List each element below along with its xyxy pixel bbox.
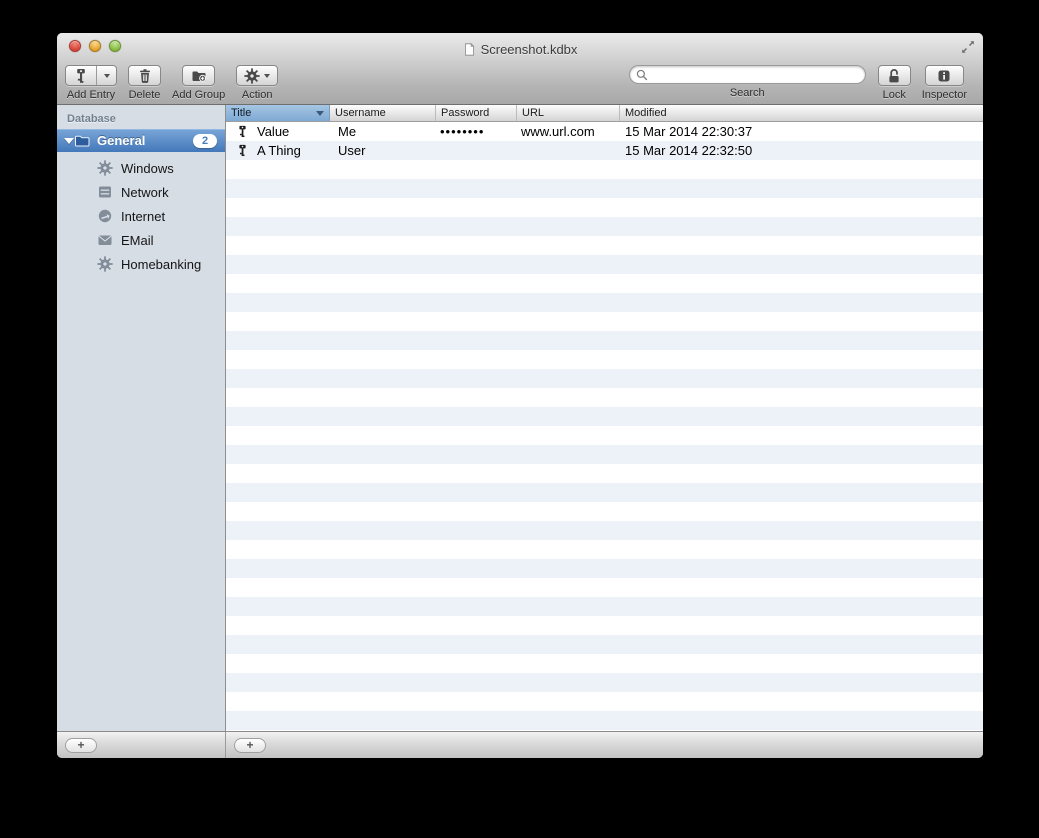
toolbar-item-action: Action <box>236 65 279 101</box>
toolbar-item-add-group: Add Group <box>172 65 225 101</box>
entry-username: User <box>338 143 366 158</box>
sidebar-item-homebanking[interactable]: Homebanking <box>57 252 225 276</box>
gear-icon <box>244 67 260 84</box>
add-entry-button[interactable] <box>65 65 117 86</box>
open-padlock-icon <box>889 68 899 82</box>
lock-button[interactable] <box>877 65 911 86</box>
delete-label: Delete <box>128 89 161 101</box>
entry-table: Title Username Password URL Modified Val… <box>226 105 983 731</box>
server-icon <box>99 186 111 198</box>
document-icon <box>464 42 475 56</box>
add-group-button[interactable] <box>182 65 216 86</box>
sidebar-item-internet[interactable]: Internet <box>57 204 225 228</box>
entry-row-2[interactable]: A Thing User 15 Mar 2014 22:32:50 <box>226 141 983 160</box>
add-entry-dropdown[interactable] <box>97 66 116 85</box>
entry-title: Value <box>257 124 290 139</box>
trash-icon <box>139 68 150 83</box>
sidebar-group-list: Windows Network Internet EMail Homebanki… <box>57 156 225 276</box>
add-folder-icon <box>192 71 206 82</box>
app-window: Screenshot.kdbx Add Entry Delete Add Gro… <box>57 33 983 758</box>
search-label: Search <box>729 87 765 99</box>
column-header-username[interactable]: Username <box>330 105 436 121</box>
sidebar-item-email[interactable]: EMail <box>57 228 225 252</box>
disclosure-triangle-icon[interactable] <box>64 137 74 144</box>
entry-username: Me <box>338 124 357 139</box>
column-header-modified[interactable]: Modified <box>620 105 983 121</box>
fullscreen-icon[interactable] <box>960 39 976 55</box>
magnifier-icon <box>636 69 647 80</box>
entry-title: A Thing <box>257 143 301 158</box>
chevron-down-icon <box>103 73 110 78</box>
sidebar-item-label: Internet <box>121 208 166 224</box>
table-bottom-bar: + <box>226 732 983 758</box>
minimize-button[interactable] <box>89 40 101 52</box>
entry-url: www.url.com <box>521 124 595 139</box>
window-chrome: Screenshot.kdbx Add Entry Delete Add Gro… <box>57 33 983 105</box>
toolbar-item-add-entry: Add Entry <box>65 65 117 101</box>
inspector-button[interactable] <box>924 65 964 86</box>
key-icon <box>239 125 246 138</box>
sidebar-item-general[interactable]: General 2 <box>57 129 225 152</box>
sidebar-item-label: Network <box>121 184 169 200</box>
key-icon <box>77 68 85 83</box>
toolbar-item-lock: Lock <box>877 65 911 101</box>
column-header-label: URL <box>522 107 545 119</box>
entry-count-badge: 2 <box>193 133 217 148</box>
toolbar: Add Entry Delete Add Group Action Search… <box>57 59 983 104</box>
sidebar-item-label: General <box>97 133 146 148</box>
sidebar-item-label: Homebanking <box>121 256 202 272</box>
toolbar-item-inspector: Inspector <box>922 65 967 101</box>
inspector-label: Inspector <box>921 89 967 101</box>
toolbar-item-search: Search <box>628 65 866 99</box>
action-label: Action <box>241 89 273 101</box>
table-header: Title Username Password URL Modified <box>226 105 983 122</box>
sidebar-item-windows[interactable]: Windows <box>57 156 225 180</box>
close-button[interactable] <box>69 40 81 52</box>
add-entry-label: Add Entry <box>66 89 116 101</box>
column-header-password[interactable]: Password <box>436 105 517 121</box>
add-group-label: Add Group <box>172 89 226 101</box>
add-entry-plus-button[interactable]: + <box>234 737 266 753</box>
sidebar-section-header: Database <box>67 113 116 125</box>
entry-modified: 15 Mar 2014 22:30:37 <box>625 124 753 139</box>
chevron-down-icon <box>264 73 271 78</box>
bottom-bar: + + <box>57 731 983 758</box>
envelope-icon <box>98 235 112 245</box>
sidebar-item-network[interactable]: Network <box>57 180 225 204</box>
sidebar: Database General 2 Windows Network Inter… <box>57 105 226 731</box>
entry-password-masked: •••••••• <box>440 124 485 139</box>
toolbar-item-delete: Delete <box>128 65 161 101</box>
column-header-label: Title <box>231 107 252 119</box>
window-title: Screenshot.kdbx <box>480 41 578 57</box>
zoom-button[interactable] <box>109 40 121 52</box>
search-input[interactable] <box>651 66 859 83</box>
entry-row-1[interactable]: Value Me •••••••• www.url.com 15 Mar 201… <box>226 122 983 141</box>
column-header-label: Username <box>335 107 386 119</box>
column-header-title[interactable]: Title <box>226 105 330 121</box>
search-field[interactable] <box>628 65 866 84</box>
lock-label: Lock <box>882 89 906 101</box>
title-proxy: Screenshot.kdbx <box>463 36 578 57</box>
gear-icon <box>97 256 113 272</box>
entry-modified: 15 Mar 2014 22:32:50 <box>625 143 753 158</box>
sidebar-bottom-bar: + <box>57 732 226 758</box>
column-header-label: Modified <box>625 107 667 119</box>
column-header-url[interactable]: URL <box>517 105 620 121</box>
info-icon <box>938 70 950 81</box>
content-area: Database General 2 Windows Network Inter… <box>57 105 983 731</box>
table-body: Value Me •••••••• www.url.com 15 Mar 201… <box>226 122 983 731</box>
folder-icon <box>75 135 90 146</box>
globe-icon <box>98 209 112 223</box>
column-header-label: Password <box>441 107 490 119</box>
traffic-lights <box>69 40 121 52</box>
sort-descending-icon <box>316 110 324 116</box>
titlebar[interactable]: Screenshot.kdbx <box>57 33 983 59</box>
gear-icon <box>97 160 113 176</box>
add-group-plus-button[interactable]: + <box>65 737 97 753</box>
delete-button[interactable] <box>128 65 161 86</box>
sidebar-item-label: Windows <box>121 160 174 176</box>
action-button[interactable] <box>236 65 279 86</box>
sidebar-item-label: EMail <box>121 232 154 248</box>
key-icon <box>239 144 246 157</box>
